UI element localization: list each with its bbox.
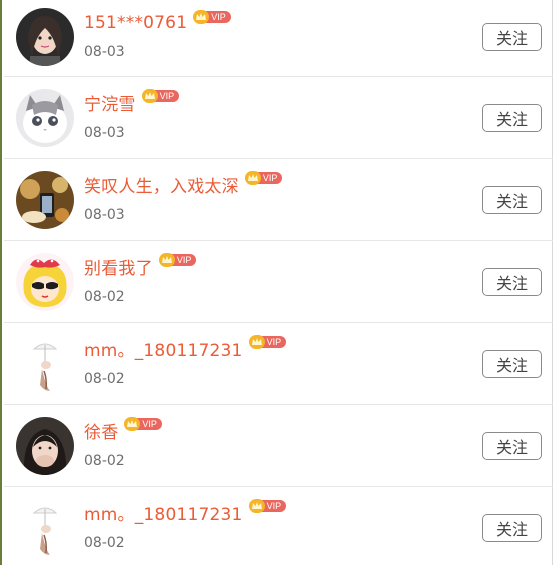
vip-label: VIP — [136, 418, 162, 430]
crown-icon — [193, 10, 210, 24]
vip-label: VIP — [205, 11, 231, 23]
name-line: mm。_180117231 VIP — [84, 335, 287, 361]
name-line: 宁浣雪 VIP — [84, 89, 180, 115]
vip-badge: VIP — [141, 89, 180, 103]
list-item[interactable]: mm。_180117231 VIP 08-02 关注 — [4, 323, 553, 405]
user-name[interactable]: 宁浣雪 — [84, 90, 136, 115]
vip-badge: VIP — [248, 499, 287, 513]
vip-badge: VIP — [158, 253, 197, 267]
name-line: mm。_180117231 VIP — [84, 499, 287, 525]
vip-badge: VIP — [244, 171, 283, 185]
follow-date: 08-03 — [84, 207, 125, 223]
crown-icon — [244, 171, 261, 185]
avatar[interactable] — [16, 417, 74, 475]
crown-icon — [124, 417, 141, 431]
follow-date: 08-02 — [84, 289, 125, 305]
user-name[interactable]: 151***0761 — [84, 13, 187, 33]
screen-frame: 151***0761 VIP 08-03 关注 宁浣雪 VIP 08-03 关注… — [0, 0, 553, 565]
vip-badge: VIP — [248, 335, 287, 349]
follower-list: 151***0761 VIP 08-03 关注 宁浣雪 VIP 08-03 关注… — [4, 0, 553, 569]
avatar[interactable] — [16, 253, 74, 311]
follow-button[interactable]: 关注 — [482, 268, 542, 296]
vip-badge: VIP — [124, 417, 162, 431]
list-item[interactable]: 宁浣雪 VIP 08-03 关注 — [4, 77, 553, 159]
follow-button[interactable]: 关注 — [482, 514, 542, 542]
user-name[interactable]: 别看我了 — [84, 254, 153, 279]
user-name[interactable]: 徐香 — [84, 418, 118, 443]
follow-date: 08-02 — [84, 535, 125, 551]
user-name[interactable]: mm。_180117231 — [84, 336, 243, 361]
follow-button[interactable]: 关注 — [482, 23, 542, 51]
crown-icon — [141, 89, 158, 103]
name-line: 别看我了 VIP — [84, 253, 197, 279]
list-item[interactable]: 徐香 VIP 08-02 关注 — [4, 405, 553, 487]
avatar[interactable] — [16, 8, 74, 66]
follow-button[interactable]: 关注 — [482, 432, 542, 460]
follow-date: 08-02 — [84, 453, 125, 469]
crown-icon — [248, 335, 265, 349]
follow-date: 08-03 — [84, 125, 125, 141]
avatar[interactable] — [16, 499, 74, 557]
name-line: 151***0761 VIP — [84, 10, 231, 36]
follow-button[interactable]: 关注 — [482, 350, 542, 378]
follow-date: 08-03 — [84, 44, 125, 60]
avatar[interactable] — [16, 335, 74, 393]
vip-badge: VIP — [193, 10, 231, 24]
name-line: 徐香 VIP — [84, 417, 162, 443]
follow-button[interactable]: 关注 — [482, 104, 542, 132]
follow-date: 08-02 — [84, 371, 125, 387]
avatar[interactable] — [16, 89, 74, 147]
follow-button[interactable]: 关注 — [482, 186, 542, 214]
list-item[interactable]: mm。_180117231 VIP 08-02 关注 — [4, 487, 553, 569]
user-name[interactable]: mm。_180117231 — [84, 500, 243, 525]
user-name[interactable]: 笑叹人生，入戏太深 — [84, 172, 239, 197]
list-item[interactable]: 151***0761 VIP 08-03 关注 — [4, 0, 553, 77]
list-item[interactable]: 别看我了 VIP 08-02 关注 — [4, 241, 553, 323]
name-line: 笑叹人生，入戏太深 VIP — [84, 171, 283, 197]
list-item[interactable]: 笑叹人生，入戏太深 VIP 08-03 关注 — [4, 159, 553, 241]
avatar[interactable] — [16, 171, 74, 229]
crown-icon — [158, 253, 175, 267]
crown-icon — [248, 499, 265, 513]
